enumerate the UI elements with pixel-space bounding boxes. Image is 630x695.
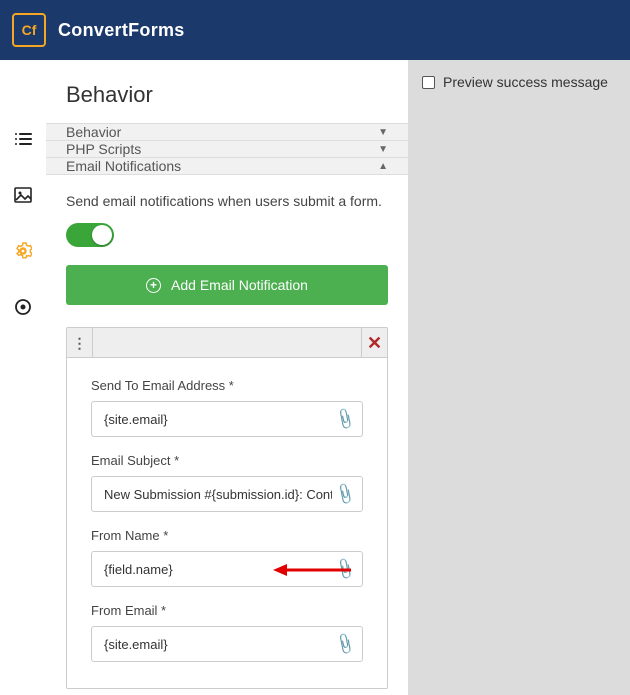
from-email-label: From Email * [91, 603, 363, 618]
card-toolbar: ⋮ ✕ [67, 328, 387, 358]
add-email-label: Add Email Notification [171, 277, 308, 293]
card-body: Send To Email Address * 📎 Email Subject … [67, 358, 387, 688]
accordion-behavior[interactable]: Behavior ▼ [46, 123, 408, 141]
checkbox-icon[interactable] [422, 76, 435, 89]
workspace: Behavior Behavior ▼ PHP Scripts ▼ Email … [0, 60, 630, 695]
accordion-php[interactable]: PHP Scripts ▼ [46, 140, 408, 158]
send-to-input[interactable] [91, 401, 363, 437]
target-icon[interactable] [14, 298, 32, 316]
from-name-label: From Name * [91, 528, 363, 543]
send-to-label: Send To Email Address * [91, 378, 363, 393]
accordion-email-label: Email Notifications [66, 158, 181, 174]
more-options-button[interactable]: ⋮ [67, 328, 93, 358]
gear-icon[interactable] [14, 242, 32, 260]
accordion-email[interactable]: Email Notifications ▲ [46, 157, 408, 175]
preview-pane: Preview success message [408, 60, 630, 695]
field-from-email: From Email * 📎 [91, 603, 363, 662]
panel-title: Behavior [46, 60, 408, 124]
close-card-button[interactable]: ✕ [361, 328, 387, 358]
chevron-up-icon: ▲ [378, 161, 388, 172]
settings-panel: Behavior Behavior ▼ PHP Scripts ▼ Email … [46, 60, 408, 695]
notification-card: ⋮ ✕ Send To Email Address * 📎 Email Subj… [66, 327, 388, 689]
brand-name: ConvertForms [58, 20, 185, 41]
preview-success-label: Preview success message [443, 74, 608, 90]
email-note: Send email notifications when users subm… [66, 193, 388, 209]
preview-success-checkbox-row[interactable]: Preview success message [422, 74, 616, 90]
plus-circle-icon: + [146, 278, 161, 293]
sidebar-iconbar [0, 60, 46, 695]
field-send-to: Send To Email Address * 📎 [91, 378, 363, 437]
email-section-body: Send email notifications when users subm… [46, 175, 408, 695]
field-from-name: From Name * 📎 [91, 528, 363, 587]
logo-icon: Cf [12, 13, 46, 47]
image-icon[interactable] [14, 186, 32, 204]
chevron-down-icon: ▼ [378, 127, 388, 138]
field-subject: Email Subject * 📎 [91, 453, 363, 512]
from-name-input[interactable] [91, 551, 363, 587]
email-toggle[interactable] [66, 223, 114, 247]
list-icon[interactable] [14, 130, 32, 148]
subject-label: Email Subject * [91, 453, 363, 468]
subject-input[interactable] [91, 476, 363, 512]
from-email-input[interactable] [91, 626, 363, 662]
top-bar: Cf ConvertForms [0, 0, 630, 60]
toggle-knob [92, 225, 112, 245]
accordion-php-label: PHP Scripts [66, 141, 141, 157]
chevron-down-icon: ▼ [378, 144, 388, 155]
add-email-notification-button[interactable]: + Add Email Notification [66, 265, 388, 305]
accordion-behavior-label: Behavior [66, 124, 121, 140]
